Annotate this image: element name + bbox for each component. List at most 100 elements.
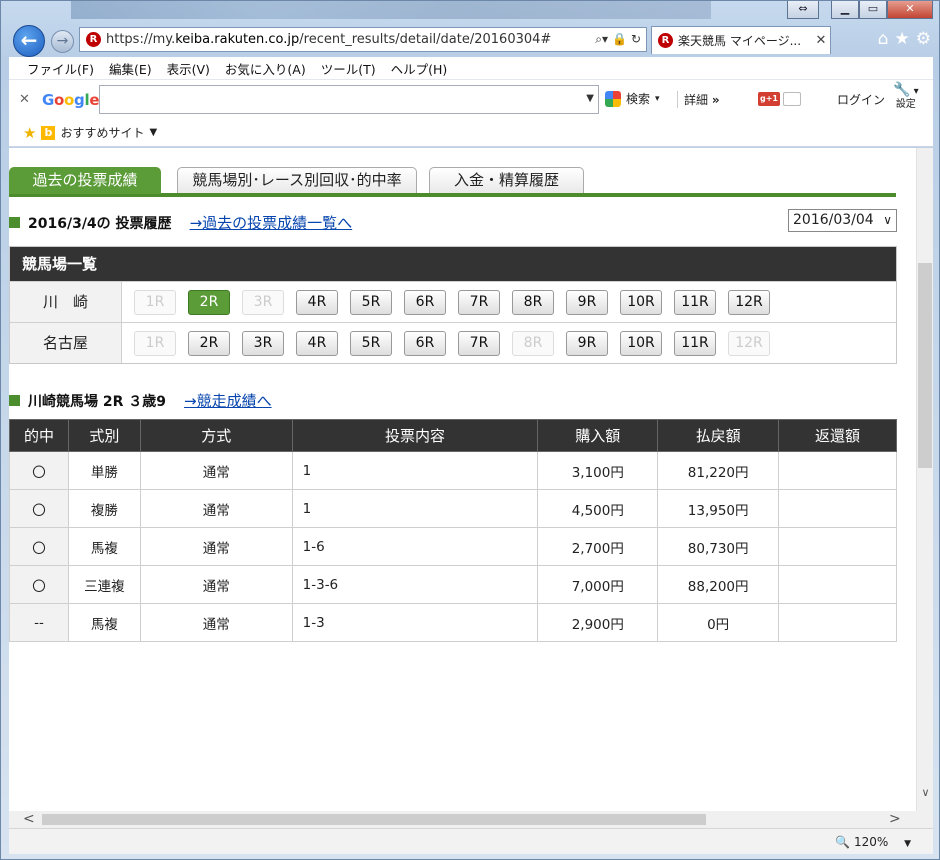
tab-deposit-history[interactable]: 入金・精算履歴 [429, 167, 584, 193]
settings-button[interactable]: 🔧 ▾ 設定 [893, 83, 919, 111]
hit-cell: 〇 [9, 489, 69, 528]
tab-recovery-rate[interactable]: 競馬場別･レース別回収･的中率 [177, 167, 417, 193]
race-button[interactable]: 2R [188, 289, 230, 315]
race-button[interactable]: 8R [512, 289, 554, 315]
refresh-icon[interactable]: ↻ [631, 32, 641, 47]
menu-edit[interactable]: 編集(E) [109, 59, 152, 78]
login-button[interactable]: ログイン [837, 91, 885, 108]
race-button[interactable]: 6R [404, 289, 446, 315]
url-prefix: https://my. [106, 32, 176, 47]
address-bar[interactable]: R https://my.keiba.rakuten.co.jp/recent_… [79, 27, 647, 52]
details-button[interactable]: 詳細 » [677, 91, 720, 108]
url-domain: keiba.rakuten.co.jp [175, 32, 300, 47]
race-button[interactable]: 12R [728, 289, 770, 315]
home-icon[interactable]: ⌂ [878, 29, 889, 49]
purchase-cell: 4,500円 [537, 489, 659, 528]
column-header: 投票内容 [291, 419, 539, 452]
forward-arrow-icon[interactable]: → [51, 30, 74, 53]
race-button[interactable]: 7R [458, 330, 500, 356]
race-button[interactable]: 3R [242, 330, 284, 356]
menu-favorites[interactable]: お気に入り(A) [225, 59, 306, 78]
race-button[interactable]: 3R [242, 289, 284, 315]
menu-help[interactable]: ヘルプ(H) [391, 59, 448, 78]
menu-bar: ファイル(F) 編集(E) 表示(V) お気に入り(A) ツール(T) ヘルプ(… [9, 57, 933, 79]
zoom-control[interactable]: 🔍 120% ▼ [835, 835, 911, 849]
bet-content-cell: 1 [291, 489, 539, 528]
race-button[interactable]: 9R [566, 289, 608, 315]
close-tab-icon[interactable]: ✕ [812, 33, 830, 48]
race-button[interactable]: 4R [296, 330, 338, 356]
gear-icon[interactable]: ⚙ [916, 29, 931, 49]
google-search-input[interactable]: ▼ [99, 85, 599, 114]
scroll-down-icon[interactable]: ∨ [917, 786, 934, 799]
race-button[interactable]: 10R [620, 330, 662, 356]
chevron-down-icon: ▾ [655, 93, 660, 104]
vertical-scroll-thumb[interactable] [918, 263, 932, 468]
minimize-icon[interactable]: ▁ [831, 1, 859, 19]
race-button[interactable]: 11R [674, 289, 716, 315]
race-buttons: 1R 2R 3R 4R 5R 6R 7R 8R 9R 10R 11R 12R [122, 289, 770, 315]
hit-cell: 〇 [9, 527, 69, 566]
past-results-link[interactable]: →過去の投票成績一覧へ [190, 212, 353, 233]
date-select-value: 2016/03/04 [793, 212, 874, 228]
race-button[interactable]: 6R [404, 330, 446, 356]
race-button[interactable]: 2R [188, 330, 230, 356]
bet-type-cell: 三連複 [67, 565, 141, 604]
payout-cell: 0円 [657, 603, 780, 642]
maximize-icon[interactable]: ▭ [859, 1, 887, 19]
restore-icon[interactable]: ⇔ [787, 1, 819, 19]
chevron-down-icon[interactable]: ▼ [149, 127, 157, 138]
column-header: 的中 [9, 419, 69, 452]
race-button[interactable]: 1R [134, 289, 176, 315]
venue-row: 川 崎 1R 2R 3R 4R 5R 6R 7R 8R 9R 10R 11R 1… [10, 281, 896, 322]
table-row: 〇 三連複 通常 1-3-6 7,000円 88,200円 [9, 565, 897, 604]
race-button[interactable]: 8R [512, 330, 554, 356]
url-text[interactable]: https://my.keiba.rakuten.co.jp/recent_re… [106, 32, 595, 47]
lock-icon[interactable]: 🔒 [612, 32, 627, 47]
recommended-sites-link[interactable]: おすすめサイト [60, 124, 144, 141]
gplus-icon: g+1 [758, 92, 780, 106]
rakuten-site-icon: R [86, 32, 101, 47]
scroll-left-icon[interactable]: < [23, 811, 35, 827]
chevron-down-icon: ∨ [883, 213, 892, 227]
horizontal-scrollbar[interactable]: < > [9, 811, 916, 828]
dropdown-arrow-icon[interactable]: ▼ [586, 93, 594, 104]
menu-tools[interactable]: ツール(T) [321, 59, 376, 78]
favorites-add-icon[interactable]: ★ [23, 124, 36, 142]
bet-type-cell: 単勝 [67, 451, 141, 490]
race-button[interactable]: 10R [620, 289, 662, 315]
tab-past-results[interactable]: 過去の投票成績 [9, 167, 161, 194]
window-controls: ⇔ ▁ ▭ ✕ [787, 1, 933, 19]
settings-label: 設定 [895, 99, 916, 110]
race-button[interactable]: 12R [728, 330, 770, 356]
race-button[interactable]: 5R [350, 330, 392, 356]
scroll-right-icon[interactable]: > [889, 811, 901, 827]
menu-view[interactable]: 表示(V) [167, 59, 210, 78]
address-icons: ⌕▾ 🔒 ↻ [595, 32, 646, 47]
race-button[interactable]: 7R [458, 289, 500, 315]
purchase-cell: 3,100円 [537, 451, 659, 490]
race-button[interactable]: 9R [566, 330, 608, 356]
vertical-scrollbar[interactable]: ∨ [916, 148, 933, 811]
race-results-link[interactable]: →競走成績へ [184, 390, 272, 411]
back-arrow-icon[interactable]: ← [13, 25, 45, 57]
google-search-button[interactable]: 検索 ▾ [605, 90, 660, 107]
favorites-star-icon[interactable]: ★ [895, 29, 910, 49]
refund-cell [778, 451, 897, 490]
browser-tab[interactable]: R 楽天競馬 マイページ... ✕ [651, 26, 831, 54]
race-button[interactable]: 5R [350, 289, 392, 315]
status-bar: 🔍 120% ▼ [9, 828, 933, 854]
gplus-button[interactable]: g+1 [758, 92, 801, 106]
race-button[interactable]: 1R [134, 330, 176, 356]
horizontal-scroll-thumb[interactable] [42, 814, 706, 825]
menu-file[interactable]: ファイル(F) [27, 59, 94, 78]
race-title: 川崎競馬場 2R ３歳9 [28, 393, 167, 410]
race-heading: 川崎競馬場 2R ３歳9 →競走成績へ [9, 390, 272, 411]
close-window-icon[interactable]: ✕ [887, 1, 933, 19]
close-toolbar-icon[interactable]: ✕ [19, 92, 30, 107]
race-button[interactable]: 4R [296, 289, 338, 315]
search-icon[interactable]: ⌕▾ [595, 32, 608, 47]
race-button[interactable]: 11R [674, 330, 716, 356]
date-select[interactable]: 2016/03/04 ∨ [788, 209, 897, 232]
refund-cell [778, 603, 897, 642]
